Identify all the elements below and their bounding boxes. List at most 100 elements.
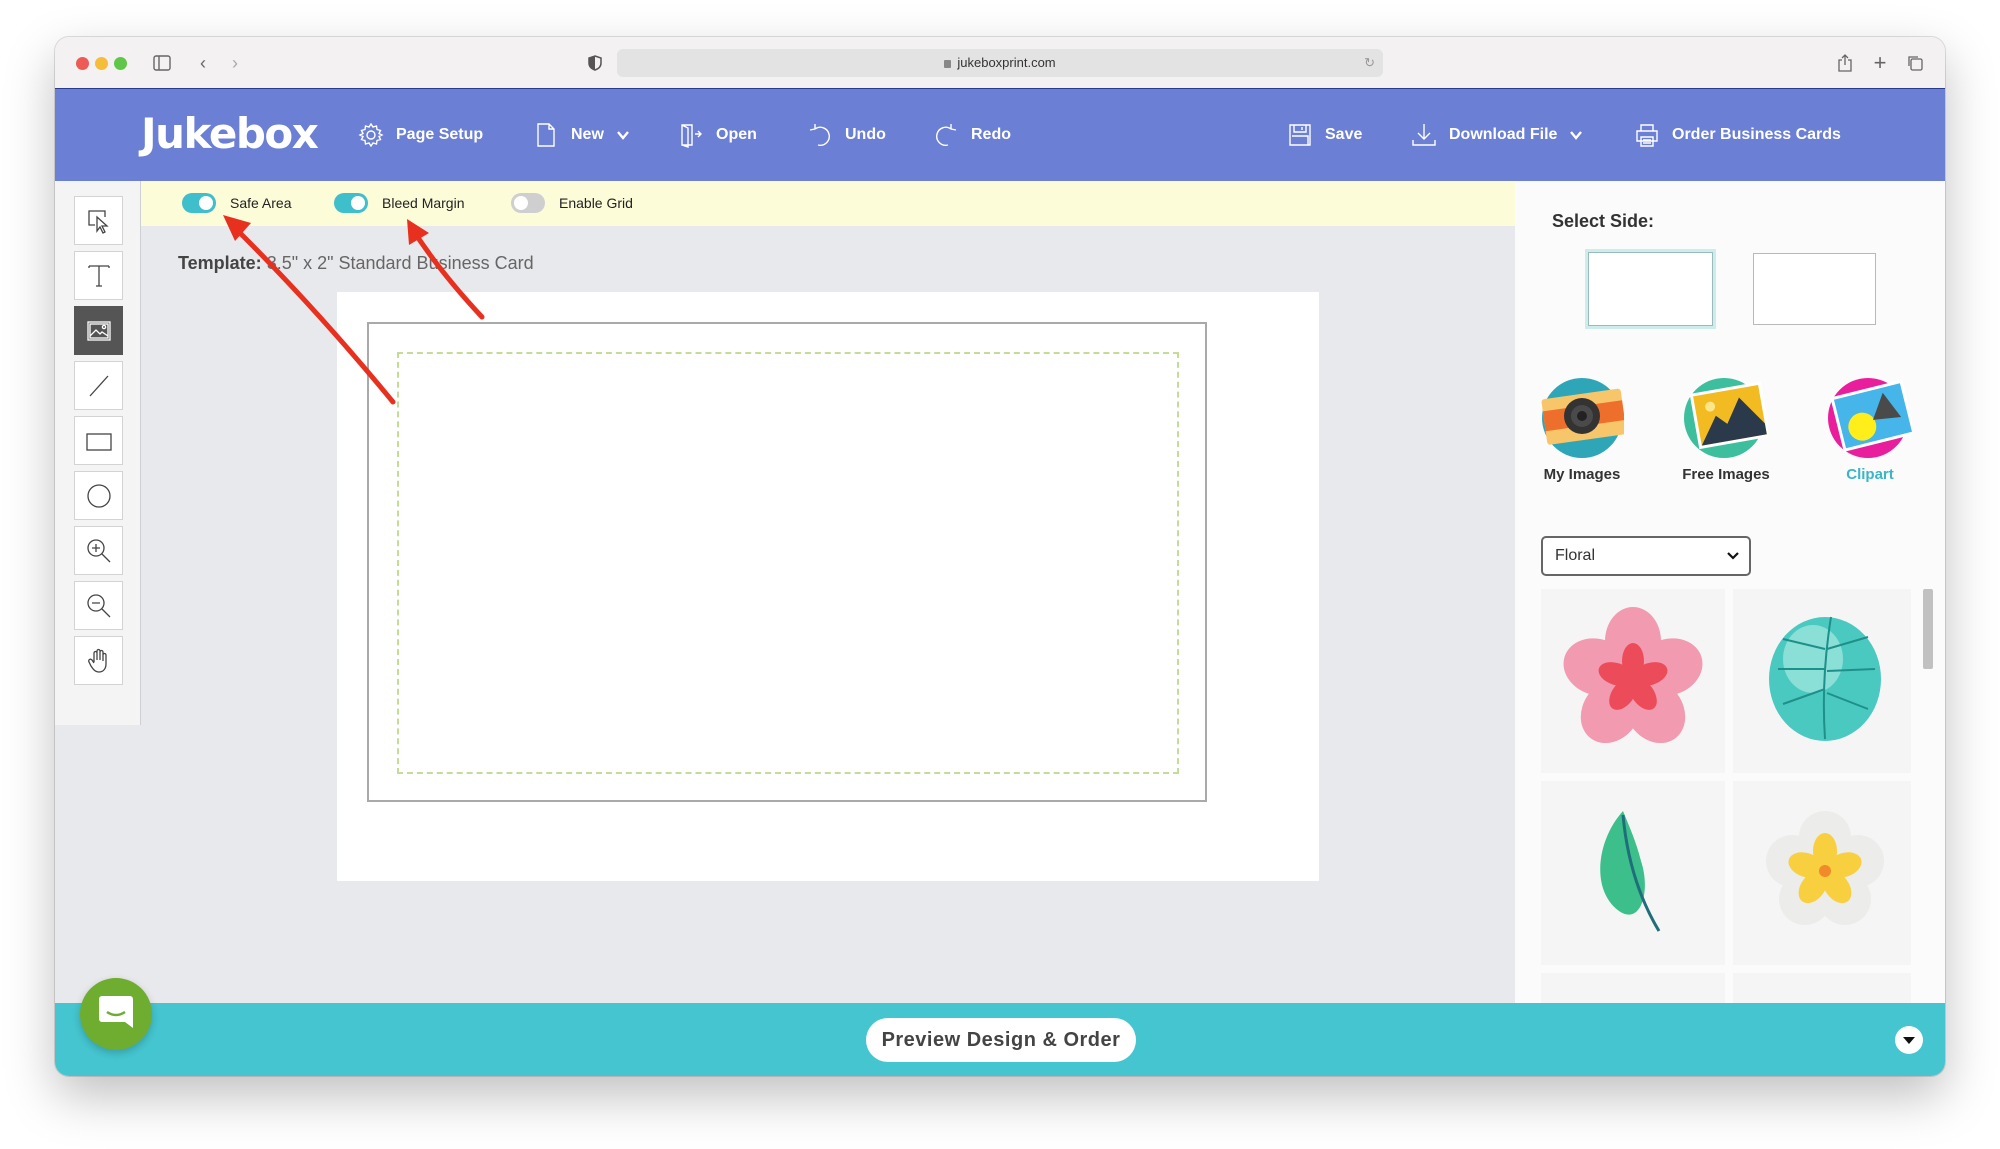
my-images-label: My Images — [1543, 466, 1621, 483]
chevron-down-icon — [1727, 552, 1739, 560]
enable-grid-label: Enable Grid — [559, 195, 633, 211]
floppy-disk-icon — [1289, 124, 1311, 146]
image-tool[interactable] — [74, 306, 123, 355]
page-setup-button[interactable]: Page Setup — [358, 119, 483, 151]
chat-bubble-icon — [99, 996, 133, 1028]
template-value: 3.5" x 2" Standard Business Card — [261, 253, 534, 273]
browser-titlebar: ‹ › jukeboxprint.com ↻ + — [55, 37, 1945, 89]
chevron-down-icon — [616, 131, 629, 140]
bleed-margin-toggle[interactable]: Bleed Margin — [334, 193, 465, 213]
selected-category: Floral — [1555, 547, 1596, 564]
cursor-select-icon — [87, 209, 109, 234]
jukebox-logo[interactable]: Jukebox — [141, 109, 319, 158]
undo-icon — [809, 124, 830, 146]
collapse-caret-icon[interactable] — [1895, 1026, 1923, 1054]
landscape-photo-icon — [1684, 374, 1771, 458]
image-icon — [86, 320, 111, 341]
clipart-label: Clipart — [1846, 466, 1894, 483]
new-tab-icon[interactable]: + — [1870, 50, 1890, 76]
free-images-button[interactable]: Free Images — [1671, 374, 1781, 483]
select-side-label: Select Side: — [1552, 211, 1655, 231]
open-button[interactable]: Open — [678, 119, 757, 151]
clipart-item-green-leaf[interactable] — [1541, 781, 1725, 965]
safe-area-label: Safe Area — [230, 195, 292, 211]
clipart-category-select[interactable]: Floral — [1541, 536, 1751, 576]
close-window-button[interactable] — [76, 57, 89, 70]
zoom-out-tool[interactable] — [74, 581, 123, 630]
order-label: Order Business Cards — [1672, 126, 1841, 143]
download-icon — [1412, 124, 1436, 146]
clipart-scrollbar[interactable] — [1923, 589, 1933, 669]
document-icon — [537, 123, 555, 147]
download-file-button[interactable]: Download File — [1411, 119, 1583, 151]
left-toolbar — [55, 181, 141, 725]
line-icon — [89, 375, 108, 396]
redo-button[interactable]: Redo — [933, 119, 1011, 151]
clipart-item-monstera-leaf[interactable] — [1733, 589, 1911, 773]
rectangle-tool[interactable] — [74, 416, 123, 465]
sidebar-toggle-icon[interactable] — [151, 50, 173, 76]
back-side-thumbnail[interactable] — [1753, 253, 1876, 325]
address-bar[interactable]: jukeboxprint.com ↻ — [617, 49, 1383, 77]
share-icon[interactable] — [1835, 50, 1855, 76]
clipart-item-pink-hibiscus[interactable] — [1541, 589, 1725, 773]
enable-grid-toggle[interactable]: Enable Grid — [511, 193, 633, 213]
clipart-grid — [1541, 589, 1911, 1039]
template-info: Template: 3.5" x 2" Standard Business Ca… — [178, 253, 534, 274]
open-door-icon — [681, 124, 702, 148]
new-label: New — [571, 126, 604, 143]
zoom-out-icon — [86, 593, 110, 617]
enable-grid-switch[interactable] — [511, 193, 545, 213]
hand-icon — [87, 648, 107, 673]
chevron-down-icon — [1570, 131, 1583, 140]
open-label: Open — [716, 126, 757, 143]
front-side-thumbnail[interactable] — [1585, 249, 1716, 329]
order-business-cards-button[interactable]: Order Business Cards — [1634, 119, 1841, 151]
camera-icon — [1540, 374, 1627, 458]
text-tool[interactable] — [74, 251, 123, 300]
redo-icon — [936, 124, 957, 146]
undo-button[interactable]: Undo — [807, 119, 886, 151]
zoom-in-icon — [86, 538, 110, 562]
save-button[interactable]: Save — [1287, 119, 1362, 151]
clipart-item-plumeria-flower[interactable] — [1733, 781, 1911, 965]
preview-design-order-button[interactable]: Preview Design & Order — [866, 1018, 1136, 1062]
page-setup-label: Page Setup — [396, 126, 484, 143]
circle-icon — [86, 483, 111, 508]
save-label: Save — [1325, 126, 1363, 143]
text-icon — [87, 264, 110, 287]
free-images-label: Free Images — [1682, 466, 1770, 483]
new-button[interactable]: New — [533, 119, 630, 151]
safe-area-switch[interactable] — [182, 193, 216, 213]
browser-window: ‹ › jukeboxprint.com ↻ + Jukebox Page Se… — [55, 37, 1945, 1076]
clipart-button[interactable]: Clipart — [1815, 374, 1925, 483]
gear-icon — [358, 122, 384, 148]
safe-area-toggle[interactable]: Safe Area — [182, 193, 292, 213]
undo-label: Undo — [845, 126, 886, 143]
lock-icon — [944, 60, 952, 68]
bleed-margin-switch[interactable] — [334, 193, 368, 213]
pan-tool[interactable] — [74, 636, 123, 685]
right-panel: Select Side: My Images Free Images Clipa… — [1515, 181, 1945, 1039]
line-tool[interactable] — [74, 361, 123, 410]
my-images-button[interactable]: My Images — [1527, 374, 1637, 483]
circle-tool[interactable] — [74, 471, 123, 520]
shield-icon[interactable] — [585, 50, 605, 76]
download-label: Download File — [1449, 126, 1558, 143]
printer-icon — [1636, 124, 1658, 147]
design-canvas[interactable] — [337, 292, 1319, 881]
tabs-icon[interactable] — [1905, 50, 1925, 76]
minimize-window-button[interactable] — [95, 57, 108, 70]
back-icon[interactable]: ‹ — [193, 50, 213, 76]
select-tool[interactable] — [74, 196, 123, 245]
bottom-action-bar: Preview Design & Order — [55, 1003, 1945, 1076]
forward-icon[interactable]: › — [225, 50, 245, 76]
chat-widget-button[interactable] — [80, 978, 152, 1050]
maximize-window-button[interactable] — [114, 57, 127, 70]
template-label: Template: — [178, 253, 262, 273]
zoom-in-tool[interactable] — [74, 526, 123, 575]
reload-icon[interactable]: ↻ — [1364, 49, 1375, 77]
guides-toggle-bar: Safe Area Bleed Margin Enable Grid — [141, 181, 1515, 226]
safe-area-border — [397, 352, 1179, 774]
url-text: jukeboxprint.com — [957, 55, 1056, 70]
